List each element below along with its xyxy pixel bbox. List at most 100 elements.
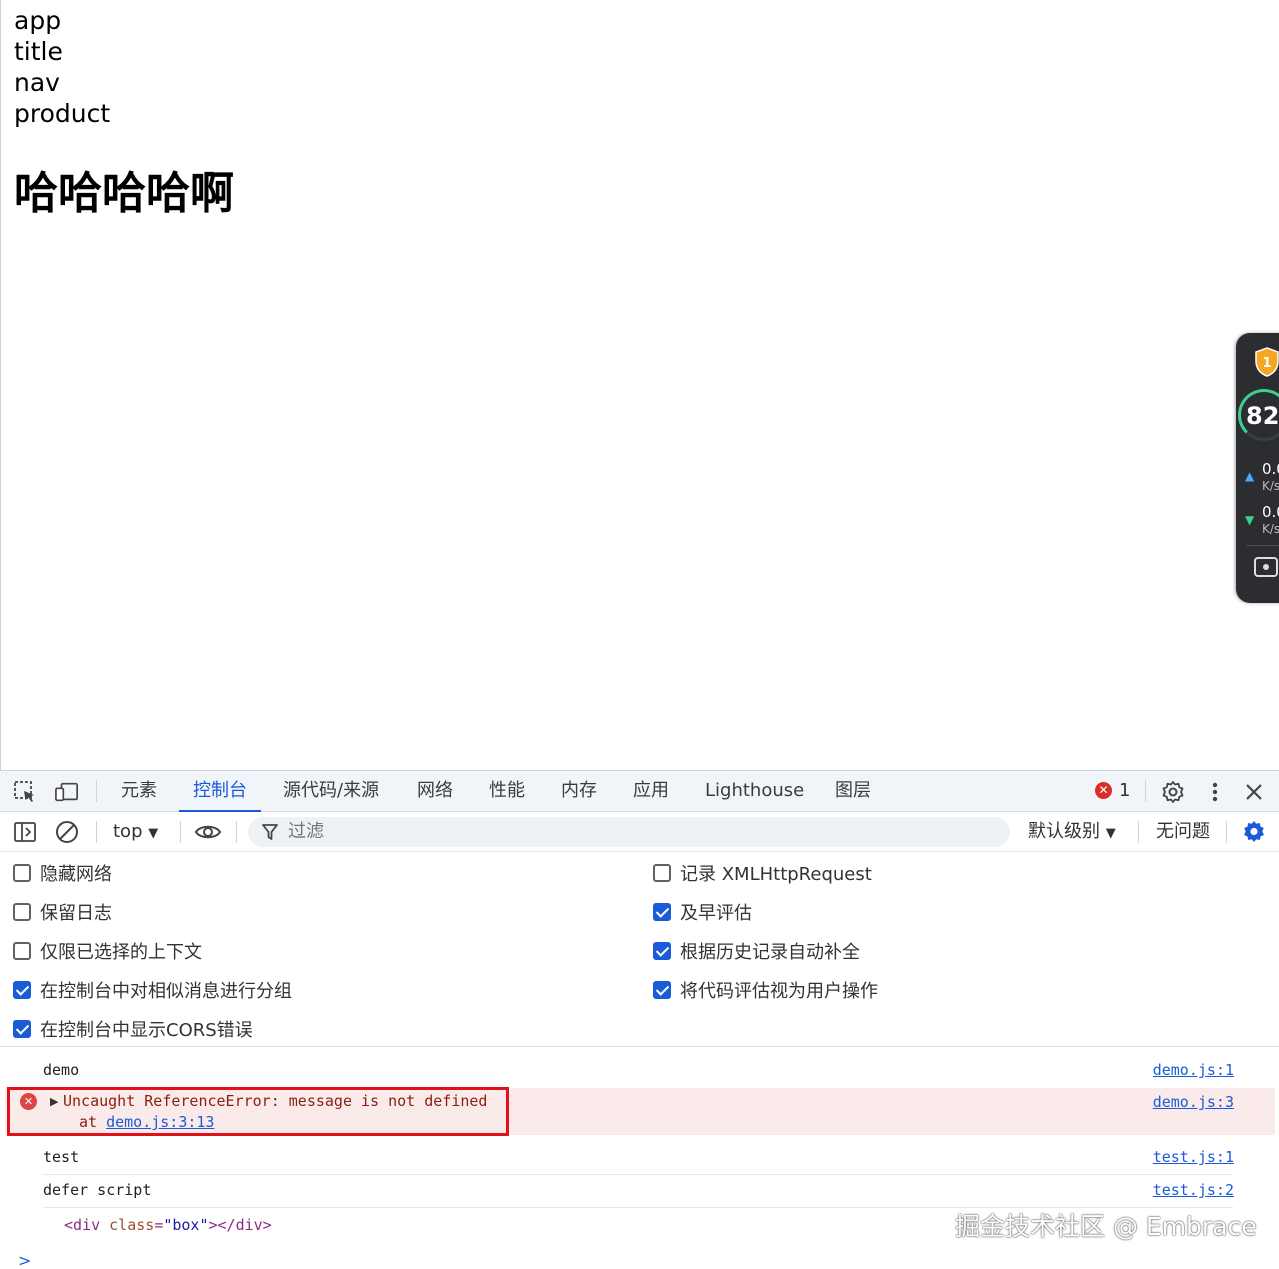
- tab-performance[interactable]: 性能: [489, 771, 525, 812]
- checkbox-checked[interactable]: [653, 903, 671, 921]
- tab-console[interactable]: 控制台: [179, 771, 261, 812]
- upload-value: 0.0: [1262, 460, 1279, 478]
- setting-user-gesture[interactable]: 将代码评估视为用户操作: [653, 978, 878, 1002]
- widget-divider: [1246, 545, 1279, 546]
- setting-label: 隐藏网络: [40, 864, 112, 885]
- download-arrow-icon: ▼: [1245, 513, 1255, 527]
- setting-label: 将代码评估视为用户操作: [680, 981, 878, 1002]
- attr-value: "box": [163, 1216, 209, 1234]
- console-settings: 隐藏网络 保留日志 仅限已选择的上下文 在控制台中对相似消息进行分组 在控制台中…: [0, 852, 1279, 1047]
- text-line-app: app: [14, 6, 62, 35]
- toolbar-separator: [96, 821, 97, 843]
- issues-button[interactable]: 无问题: [1156, 812, 1210, 852]
- tag-open: <div: [64, 1216, 110, 1234]
- setting-label: 在控制台中对相似消息进行分组: [40, 981, 292, 1002]
- text-line-nav: nav: [14, 68, 60, 97]
- logged-dom-node[interactable]: <div class="box"></div>: [64, 1216, 272, 1234]
- chevron-down-icon: ▼: [148, 826, 159, 841]
- setting-preserve-log[interactable]: 保留日志: [13, 900, 112, 924]
- log-level-label: 默认级别: [1028, 821, 1100, 842]
- checkbox[interactable]: [653, 864, 671, 882]
- filter-box[interactable]: [248, 817, 1010, 847]
- tab-application[interactable]: 应用: [633, 771, 669, 812]
- message-divider: [43, 1174, 1233, 1175]
- setting-label: 保留日志: [40, 903, 112, 924]
- checkbox-checked[interactable]: [653, 981, 671, 999]
- setting-autocomplete-history[interactable]: 根据历史记录自动补全: [653, 939, 860, 963]
- setting-label: 根据历史记录自动补全: [680, 942, 860, 963]
- highlight-box: [7, 1087, 509, 1136]
- watermark: 掘金技术社区 @ Embrace: [955, 1212, 1257, 1241]
- message-text: defer script: [43, 1181, 152, 1199]
- filter-input[interactable]: [288, 817, 988, 847]
- tab-lighthouse[interactable]: Lighthouse: [705, 771, 804, 812]
- source-link[interactable]: test.js:1: [1153, 1148, 1234, 1166]
- toolbar-separator: [180, 821, 181, 843]
- checkbox-checked[interactable]: [13, 1020, 31, 1038]
- tag-close: ></div>: [208, 1216, 272, 1234]
- tabbar-separator: [96, 780, 97, 802]
- setting-label: 仅限已选择的上下文: [40, 942, 202, 963]
- more-options-icon[interactable]: [1203, 780, 1227, 804]
- tab-network[interactable]: 网络: [417, 771, 453, 812]
- devtools-tabbar: 元素 控制台 源代码/来源 网络 性能 内存 应用 Lighthouse 图层 …: [0, 771, 1279, 812]
- source-link[interactable]: demo.js:1: [1153, 1061, 1234, 1079]
- log-level-select[interactable]: 默认级别 ▼: [1028, 812, 1116, 854]
- error-count-icon[interactable]: ✕: [1095, 782, 1112, 799]
- devtools-panel: 元素 控制台 源代码/来源 网络 性能 内存 应用 Lighthouse 图层 …: [0, 770, 1279, 1269]
- chevron-down-icon: ▼: [1105, 826, 1116, 841]
- settings-gear-icon[interactable]: [1161, 780, 1185, 804]
- setting-log-xhr[interactable]: 记录 XMLHttpRequest: [653, 861, 872, 885]
- checkbox[interactable]: [13, 903, 31, 921]
- clear-console-icon[interactable]: [55, 820, 79, 844]
- upload-arrow-icon: ▲: [1245, 469, 1255, 483]
- context-select[interactable]: top ▼: [113, 812, 158, 854]
- tab-elements[interactable]: 元素: [121, 771, 157, 812]
- score-value: 82: [1246, 402, 1279, 430]
- setting-selected-context-only[interactable]: 仅限已选择的上下文: [13, 939, 202, 963]
- tab-memory[interactable]: 内存: [561, 771, 597, 812]
- inspect-element-icon[interactable]: [13, 780, 37, 804]
- close-icon[interactable]: [1242, 780, 1266, 804]
- sidebar-toggle-icon[interactable]: [13, 820, 37, 844]
- source-link[interactable]: test.js:2: [1153, 1181, 1234, 1199]
- download-unit: K/s: [1262, 522, 1279, 536]
- toolbar-separator: [236, 821, 237, 843]
- attr-name: class: [109, 1216, 155, 1234]
- console-settings-gear-icon[interactable]: [1242, 820, 1266, 844]
- error-count[interactable]: 1: [1119, 771, 1130, 811]
- checkbox-checked[interactable]: [653, 942, 671, 960]
- shield-icon[interactable]: 1: [1254, 347, 1279, 377]
- page-viewport: app title nav product 哈哈哈哈啊 1 82 ▲ 0.0 K…: [0, 0, 1279, 770]
- tabbar-separator: [1145, 780, 1146, 802]
- text-line-title: title: [14, 37, 63, 66]
- tab-layers[interactable]: 图层: [835, 771, 871, 812]
- checkbox[interactable]: [13, 864, 31, 882]
- setting-label: 及早评估: [680, 903, 752, 924]
- setting-label: 在控制台中显示CORS错误: [40, 1020, 253, 1041]
- upload-unit: K/s: [1262, 479, 1279, 493]
- setting-eager-evaluation[interactable]: 及早评估: [653, 900, 752, 924]
- camera-icon[interactable]: [1254, 557, 1278, 577]
- eye-icon[interactable]: [194, 820, 222, 844]
- filter-icon: [262, 824, 278, 840]
- page-heading: 哈哈哈哈啊: [14, 168, 234, 219]
- checkbox[interactable]: [13, 942, 31, 960]
- tab-sources[interactable]: 源代码/来源: [283, 771, 379, 812]
- setting-label: 记录 XMLHttpRequest: [680, 864, 872, 885]
- toolbar-separator: [1226, 821, 1227, 843]
- text-line-product: product: [14, 99, 111, 128]
- setting-show-cors-errors[interactable]: 在控制台中显示CORS错误: [13, 1017, 253, 1041]
- error-source-link[interactable]: demo.js:3: [1153, 1093, 1234, 1111]
- checkbox-checked[interactable]: [13, 981, 31, 999]
- device-toolbar-icon[interactable]: [55, 780, 79, 804]
- setting-hide-network[interactable]: 隐藏网络: [13, 861, 112, 885]
- message-text: demo: [43, 1061, 80, 1079]
- download-value: 0.0: [1262, 503, 1279, 521]
- setting-group-similar[interactable]: 在控制台中对相似消息进行分组: [13, 978, 292, 1002]
- floating-monitor-widget[interactable]: 1 82 ▲ 0.0 K/s ▼ 0.0 K/s: [1236, 333, 1279, 603]
- shield-number: 1: [1262, 356, 1271, 371]
- toolbar-separator: [1138, 821, 1139, 843]
- message-text: test: [43, 1148, 80, 1166]
- console-prompt[interactable]: >: [18, 1251, 31, 1269]
